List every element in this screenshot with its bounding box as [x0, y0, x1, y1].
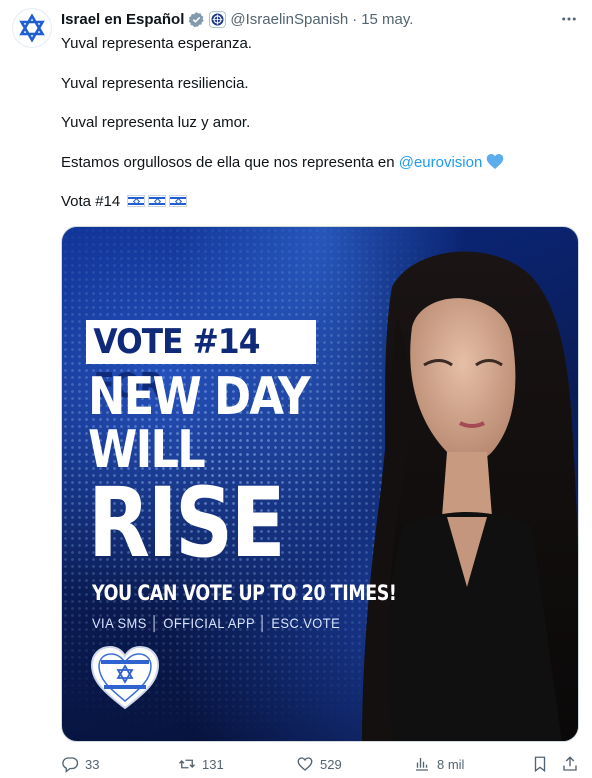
mention-link[interactable]: @eurovision — [399, 154, 483, 171]
tweet[interactable]: Israel en Español @IsraelinSpanish · 15 … — [0, 0, 592, 778]
reply-count: 33 — [85, 756, 100, 772]
avatar[interactable] — [12, 8, 52, 48]
display-name[interactable]: Israel en Español — [61, 11, 184, 28]
israel-flag-icon — [169, 195, 188, 207]
reply-icon — [62, 757, 79, 773]
tweet-date[interactable]: 15 may. — [361, 11, 413, 28]
proud-text: Estamos orgullosos de ella que nos repre… — [61, 153, 395, 171]
israel-flag-icon — [127, 195, 146, 207]
blue-heart-icon — [487, 153, 504, 169]
israel-flag-icon — [148, 195, 167, 207]
like-button[interactable]: 529 — [296, 752, 342, 776]
more-icon[interactable] — [558, 8, 580, 30]
share-button[interactable] — [561, 752, 579, 776]
star-of-david-icon — [19, 13, 45, 43]
bookmark-icon — [534, 756, 546, 773]
retweet-button[interactable]: 131 — [178, 752, 224, 776]
separator: · — [352, 10, 358, 28]
views-icon — [416, 758, 428, 771]
affiliate-badge-icon[interactable] — [209, 10, 227, 28]
tweet-line: Estamos orgullosos de ella que nos repre… — [61, 153, 581, 173]
action-bar: 33 131 529 8 mil — [61, 752, 581, 776]
tweet-header: Israel en Español @IsraelinSpanish · 15 … — [61, 8, 580, 30]
share-icon — [563, 756, 577, 771]
tweet-line: Yuval representa luz y amor. — [61, 114, 251, 131]
bookmark-button[interactable] — [531, 752, 549, 776]
views-count: 8 mil — [437, 756, 465, 772]
eurovision-heart-logo-icon — [90, 645, 160, 710]
retweet-icon — [179, 759, 195, 769]
tweet-text: Yuval representa esperanza. Yuval repres… — [61, 34, 581, 232]
handle[interactable]: @IsraelinSpanish — [230, 11, 348, 28]
reply-button[interactable]: 33 — [61, 752, 99, 776]
tweet-image[interactable]: VOTE #14 FOR NEW DAY WILL RISE YOU CAN V… — [61, 226, 579, 742]
vote-label: VOTE #14 FOR — [86, 320, 316, 406]
retweet-count: 131 — [202, 756, 224, 772]
like-count: 529 — [320, 756, 342, 772]
vote-times-text: YOU CAN VOTE UP TO 20 TIMES! — [92, 581, 397, 605]
vote-text: Vota #14 — [61, 193, 121, 210]
like-icon — [297, 757, 313, 771]
tweet-line: Yuval representa esperanza. — [61, 35, 252, 52]
headline-line-1: NEW DAY — [88, 367, 310, 427]
vote-channels-text: VIA SMS │ OFFICIAL APP │ ESC.VOTE — [92, 615, 341, 631]
verified-badge-icon[interactable] — [188, 11, 205, 28]
headline-line-3: RISE — [88, 467, 286, 579]
tweet-line: Vota #14 — [61, 192, 581, 212]
tweet-line: Yuval representa resiliencia. — [61, 74, 249, 92]
views-button[interactable]: 8 mil — [413, 752, 464, 776]
